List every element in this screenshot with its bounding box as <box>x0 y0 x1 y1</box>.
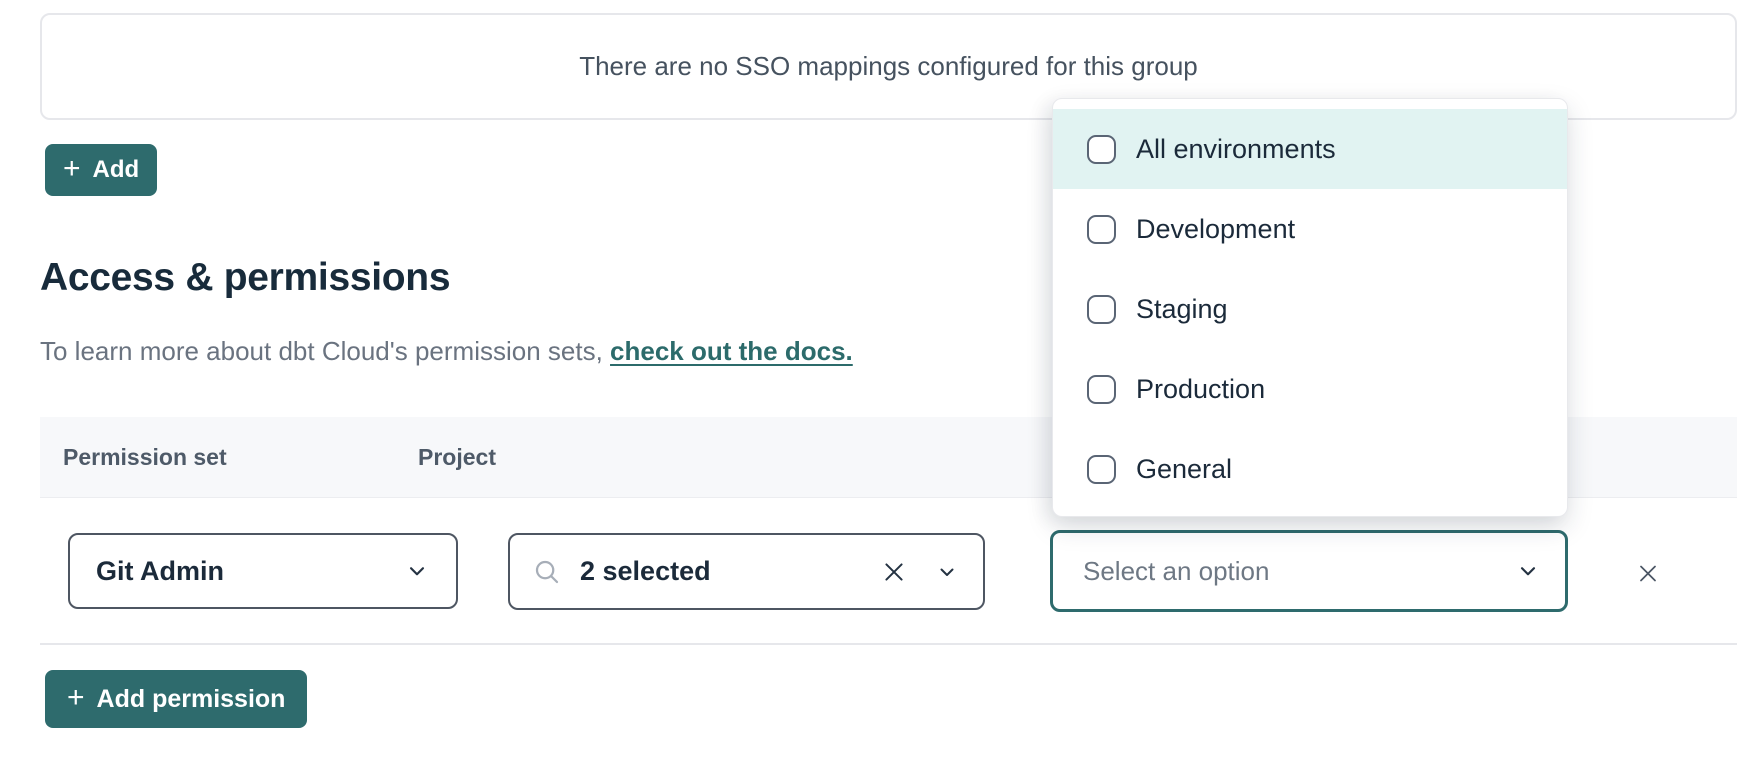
checkbox-unchecked[interactable] <box>1087 215 1116 244</box>
option-label: General <box>1136 454 1232 485</box>
chevron-down-icon <box>1515 558 1541 584</box>
permission-set-value: Git Admin <box>96 556 224 587</box>
option-label: All environments <box>1136 134 1336 165</box>
dropdown-option-all-environments[interactable]: All environments <box>1053 109 1567 189</box>
search-icon <box>532 557 562 587</box>
project-selected-count: 2 selected <box>580 556 881 587</box>
permissions-description: To learn more about dbt Cloud's permissi… <box>40 336 853 367</box>
environment-placeholder: Select an option <box>1083 556 1269 587</box>
sso-empty-text: There are no SSO mappings configured for… <box>579 51 1198 82</box>
dropdown-option-production[interactable]: Production <box>1053 349 1567 429</box>
dropdown-option-general[interactable]: General <box>1053 429 1567 509</box>
group-settings-page: There are no SSO mappings configured for… <box>0 0 1744 772</box>
environment-select-open[interactable]: Select an option <box>1050 530 1568 612</box>
chevron-down-icon <box>935 560 959 584</box>
plus-icon: + <box>67 683 85 713</box>
option-label: Staging <box>1136 294 1228 325</box>
add-sso-mapping-button[interactable]: + Add <box>45 144 157 196</box>
permission-set-select[interactable]: Git Admin <box>68 533 458 609</box>
chevron-down-icon <box>404 558 430 584</box>
remove-permission-row-x-icon[interactable] <box>1630 555 1666 591</box>
column-header-permission-set: Permission set <box>63 417 227 497</box>
checkbox-unchecked[interactable] <box>1087 295 1116 324</box>
checkbox-unchecked[interactable] <box>1087 455 1116 484</box>
add-permission-label: Add permission <box>97 685 286 714</box>
clear-selection-x-icon[interactable] <box>881 559 907 585</box>
environment-dropdown-menu: All environments Development Staging Pro… <box>1052 98 1568 517</box>
checkbox-unchecked[interactable] <box>1087 135 1116 164</box>
docs-link[interactable]: check out the docs. <box>610 336 853 366</box>
column-header-project: Project <box>418 417 496 497</box>
description-text: To learn more about dbt Cloud's permissi… <box>40 336 610 366</box>
page-title: Access & permissions <box>40 256 450 300</box>
add-permission-button[interactable]: + Add permission <box>45 670 307 728</box>
option-label: Development <box>1136 214 1295 245</box>
plus-icon: + <box>63 154 81 184</box>
option-label: Production <box>1136 374 1265 405</box>
project-multiselect[interactable]: 2 selected <box>508 533 985 610</box>
dropdown-option-staging[interactable]: Staging <box>1053 269 1567 349</box>
add-button-label: Add <box>93 156 140 184</box>
checkbox-unchecked[interactable] <box>1087 375 1116 404</box>
dropdown-option-development[interactable]: Development <box>1053 189 1567 269</box>
